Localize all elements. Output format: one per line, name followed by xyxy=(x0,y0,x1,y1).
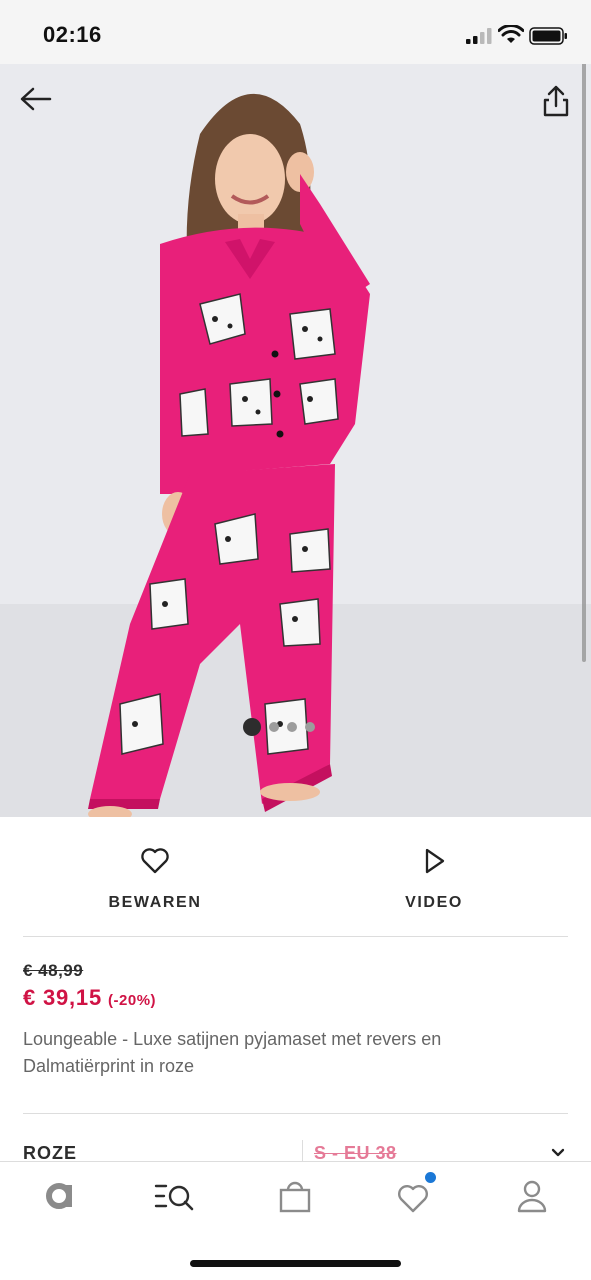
gallery-dot[interactable] xyxy=(243,718,261,736)
gallery-dot[interactable] xyxy=(305,722,315,732)
notification-dot xyxy=(425,1172,436,1183)
gallery-dot[interactable] xyxy=(287,722,297,732)
sale-price: € 39,15 (-20%) xyxy=(23,985,156,1011)
tab-home[interactable] xyxy=(34,1176,84,1216)
video-button[interactable]: VIDEO xyxy=(334,817,534,937)
product-image[interactable] xyxy=(0,64,591,817)
heart-icon xyxy=(141,848,169,874)
sale-price-value: € 39,15 xyxy=(23,985,103,1010)
gallery-dot[interactable] xyxy=(269,722,279,732)
scroll-indicator[interactable] xyxy=(582,64,586,662)
tab-search[interactable] xyxy=(152,1176,202,1216)
signal-icon xyxy=(466,28,492,44)
status-bar: 02:16 xyxy=(0,0,591,64)
product-title: Loungeable - Luxe satijnen pyjamaset met… xyxy=(23,1029,442,1076)
action-row: BEWAREN VIDEO xyxy=(0,817,591,937)
tab-bag[interactable] xyxy=(270,1176,320,1216)
video-label: VIDEO xyxy=(405,894,463,911)
home-indicator[interactable] xyxy=(190,1260,401,1267)
play-icon xyxy=(425,848,445,874)
asos-logo-icon xyxy=(46,1183,72,1209)
save-button[interactable]: BEWAREN xyxy=(55,817,255,937)
option-separator xyxy=(302,1140,303,1162)
back-arrow-icon[interactable] xyxy=(18,84,54,114)
gallery-dots xyxy=(243,718,315,736)
chevron-down-icon[interactable] xyxy=(551,1148,565,1158)
share-icon[interactable] xyxy=(541,84,571,118)
bag-icon xyxy=(279,1181,311,1213)
discount-badge: (-20%) xyxy=(108,992,157,1009)
status-time: 02:16 xyxy=(43,22,102,47)
tab-account[interactable] xyxy=(507,1176,557,1216)
old-price: € 48,99 xyxy=(23,961,84,980)
battery-icon xyxy=(529,27,567,45)
product-photo xyxy=(0,64,591,817)
account-icon xyxy=(517,1180,547,1213)
save-label: BEWAREN xyxy=(108,894,202,911)
divider xyxy=(23,1113,568,1114)
divider xyxy=(23,936,568,937)
search-eq-icon xyxy=(154,1184,194,1211)
wifi-icon xyxy=(498,25,524,43)
